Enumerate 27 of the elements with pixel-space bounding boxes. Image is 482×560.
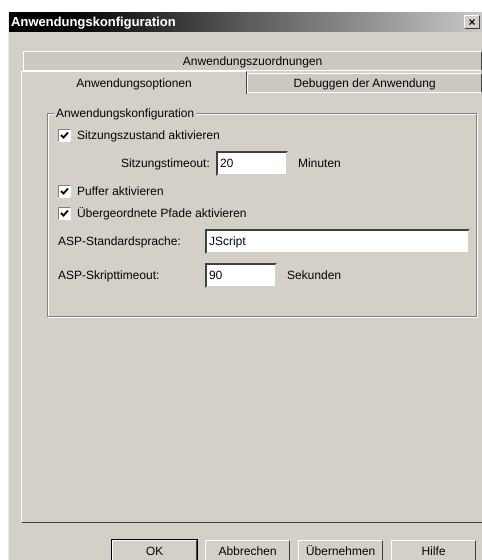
dialog-button[interactable]: Übernehmen — [298, 540, 383, 560]
tab[interactable]: Anwendungsoptionen — [21, 71, 247, 94]
checkmark-icon — [60, 130, 69, 140]
tab[interactable]: Anwendungszuordnungen — [23, 51, 482, 71]
input-field[interactable]: 20 — [216, 150, 288, 176]
checkbox-label: Übergeordnete Pfade aktivieren — [77, 205, 246, 222]
checkmark-icon — [60, 208, 69, 218]
checkbox[interactable] — [58, 128, 71, 142]
group-title: Anwendungskonfiguration — [54, 105, 196, 121]
field-label: ASP-Standardsprache: — [58, 233, 182, 250]
close-button[interactable]: × — [464, 15, 480, 29]
checkbox-label: Puffer aktivieren — [77, 183, 164, 200]
dialog-button[interactable]: Hilfe — [391, 540, 476, 560]
checkbox[interactable] — [58, 184, 71, 198]
field-label: ASP-Skripttimeout: — [58, 267, 160, 284]
unit-label: Minuten — [298, 155, 341, 172]
field-label: Sitzungstimeout: — [121, 155, 211, 172]
unit-label: Sekunden — [287, 267, 342, 284]
dialog-button[interactable]: OK — [112, 540, 197, 560]
checkmark-icon — [60, 186, 69, 196]
tab[interactable]: Debuggen der Anwendung — [247, 73, 482, 93]
window-title: Anwendungskonfiguration — [11, 13, 176, 32]
input-field[interactable]: JScript — [205, 228, 470, 254]
dialog-button[interactable]: Abbrechen — [205, 540, 290, 560]
input-field[interactable]: 90 — [205, 262, 277, 288]
checkbox[interactable] — [58, 206, 71, 220]
checkbox-label: Sitzungszustand aktivieren — [77, 127, 220, 144]
